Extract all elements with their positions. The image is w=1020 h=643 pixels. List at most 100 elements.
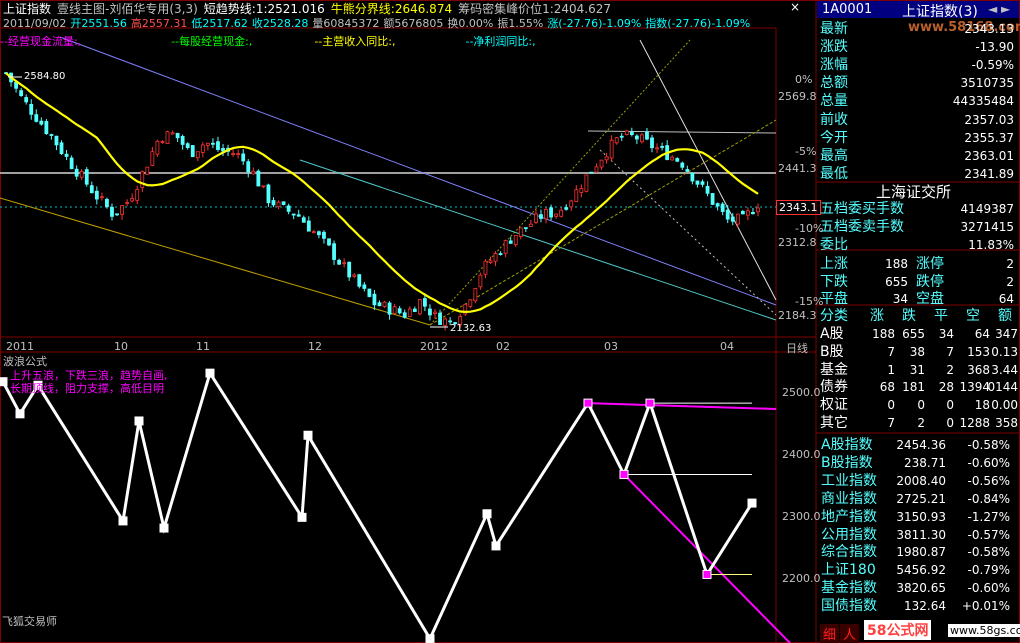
breadth-label: 平盘	[820, 291, 848, 307]
table-row-name: 债券	[820, 379, 848, 396]
index-name[interactable]: 基金指数	[821, 579, 877, 597]
candle-body	[493, 253, 498, 262]
index-name[interactable]: A股指数	[821, 436, 873, 454]
index-value: 3820.65	[896, 581, 946, 596]
candle-body	[140, 171, 145, 188]
wave-node	[159, 523, 169, 533]
candle-body	[306, 220, 311, 232]
header-field: 低2517.62	[191, 17, 248, 30]
index-name[interactable]: 国债指数	[821, 597, 877, 615]
quote-value: 2357.03	[964, 112, 1014, 127]
quote-value: 2343.13	[964, 22, 1014, 36]
candle-body	[205, 142, 210, 146]
candle-body	[256, 170, 261, 187]
order-value: 4149387	[960, 202, 1014, 216]
table-cell: 153	[967, 344, 990, 359]
wave-node	[205, 368, 215, 378]
indicator-legend: --每股经营现金:,	[171, 35, 253, 48]
index-name[interactable]: 地产指数	[821, 508, 877, 526]
table-cell: 655	[902, 327, 925, 341]
close-icon[interactable]: ×	[790, 0, 800, 14]
quote-value: 2363.01	[964, 148, 1014, 163]
candle-body	[554, 213, 559, 217]
index-name[interactable]: B股指数	[821, 454, 873, 472]
candle-body	[135, 189, 140, 201]
table-cell: 3.44	[991, 362, 1018, 377]
date-axis-label: 2012	[420, 340, 448, 353]
index-value: 3150.93	[896, 509, 946, 524]
table-cell: 1288	[959, 416, 990, 430]
candle-body	[740, 211, 745, 215]
candle-body	[180, 136, 185, 145]
table-header: 空	[966, 308, 980, 324]
table-cell: 18	[974, 398, 990, 413]
candle-body	[700, 181, 705, 185]
candle-body	[296, 214, 301, 217]
order-label: 五档委卖手数	[820, 219, 904, 235]
table-row-name: A股	[820, 326, 844, 342]
nav-arrows-icon[interactable]: ◄ ►	[988, 2, 1010, 16]
breadth-label: 涨停	[916, 256, 944, 272]
index-name[interactable]: 工业指数	[821, 472, 877, 490]
candle-body	[559, 209, 564, 217]
index-name[interactable]: 综合指数	[821, 543, 877, 561]
index-change: -0.60%	[967, 581, 1010, 596]
candle-body	[508, 240, 513, 244]
index-value: 2725.21	[896, 491, 946, 506]
candle-body	[645, 131, 649, 140]
candle-body	[710, 193, 715, 205]
wave-axis-label: 2500.0	[782, 386, 821, 399]
header-field: 振1.55%	[497, 17, 544, 30]
tab-person[interactable]: 人	[840, 624, 860, 643]
candle-body	[730, 216, 735, 222]
order-value: 11.83%	[968, 238, 1014, 252]
candle-body	[211, 142, 215, 145]
index-value: 132.64	[904, 599, 946, 614]
period-label[interactable]: 日线	[786, 340, 808, 356]
candle-body	[236, 153, 241, 156]
table-cell: 0.13	[991, 344, 1018, 359]
candle-body	[715, 203, 720, 207]
index-name[interactable]: 上证180	[821, 561, 876, 579]
resistance-line	[587, 130, 777, 134]
candle-body	[317, 231, 321, 236]
breadth-value: 2	[1006, 274, 1014, 289]
candle-body	[110, 206, 114, 217]
candle-body	[579, 188, 584, 193]
quote-label: 涨跌	[820, 39, 848, 56]
quote-panel: 1A0001 上证指数(3) ◄ ► www.58168.com 最新 2343.…	[818, 0, 1020, 643]
table-header: 跌	[902, 308, 916, 324]
wave-axis-label: 2300.0	[782, 510, 821, 523]
breadth-value: 34	[892, 292, 908, 306]
header-field: 收2528.28	[251, 17, 309, 30]
candle-body	[670, 156, 675, 161]
order-label: 五档委买手数	[820, 201, 904, 217]
index-name[interactable]: 商业指数	[821, 490, 877, 508]
candle-body	[29, 103, 34, 115]
candle-body	[488, 260, 493, 263]
channel-line	[299, 159, 777, 321]
quote-value: -0.59%	[971, 58, 1014, 73]
index-change: -0.58%	[967, 438, 1010, 452]
candle-body	[261, 185, 266, 188]
header-field: 涨(-27.76)-1.09%	[547, 17, 642, 30]
candle-body	[99, 196, 104, 199]
candle-body	[478, 274, 483, 288]
tab-detail[interactable]: 细	[820, 624, 840, 643]
price-axis-label: 2343.1	[776, 200, 821, 215]
candle-body	[523, 227, 528, 229]
index-name[interactable]: 公用指数	[821, 526, 877, 544]
quote-label: 最低	[820, 165, 848, 182]
candle-body	[19, 90, 24, 97]
candle-body	[74, 168, 79, 177]
candle-body	[629, 131, 634, 136]
candle-body	[39, 120, 44, 125]
candle-body	[286, 205, 291, 212]
breadth-value: 2	[1006, 257, 1014, 271]
candle-body	[352, 274, 357, 277]
candle-body	[200, 144, 205, 153]
header-field: 上证指数	[3, 2, 52, 16]
candle-body	[574, 189, 579, 202]
header-field: 壹线主图-刘佰华专用(3,3)	[57, 2, 198, 16]
date-axis-label: 03	[604, 340, 618, 353]
